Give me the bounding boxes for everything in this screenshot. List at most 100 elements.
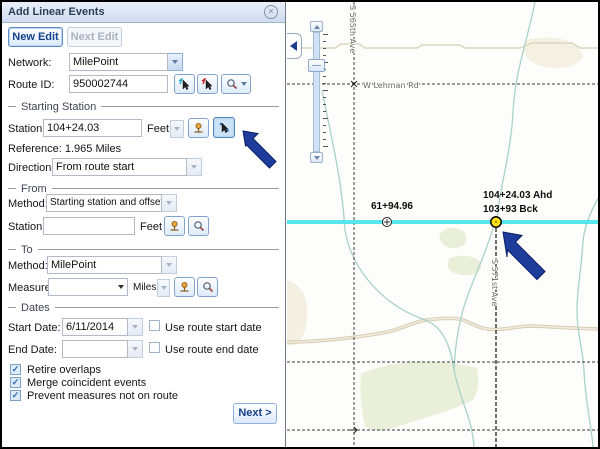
from-station-input[interactable]: [43, 217, 135, 235]
picked-station-label-ahead: 104+24.03 Ahd: [483, 190, 552, 201]
zoom-slider-ticks: [323, 34, 328, 153]
add-linear-events-panel: Add Linear Events New Edit Next Edit Net…: [2, 2, 286, 447]
from-method-dropdown-button[interactable]: [162, 194, 177, 212]
use-route-start-date-checkbox[interactable]: [149, 320, 160, 331]
prevent-measures-label: Prevent measures not on route: [27, 390, 178, 402]
from-station-unit-label: Feet: [140, 221, 162, 233]
measure-unit-dropdown-button[interactable]: [157, 279, 170, 297]
app-window: Add Linear Events New Edit Next Edit Net…: [0, 0, 600, 449]
dropdown-arrow-icon: [132, 347, 138, 351]
network-select[interactable]: MilePoint: [69, 53, 168, 71]
dates-legend: Dates: [21, 302, 50, 314]
pick-station-on-map-icon: [218, 121, 231, 134]
from-legend: From: [21, 183, 47, 195]
zoom-slider-track[interactable]: [313, 32, 320, 152]
magnifier-icon: [193, 220, 205, 232]
zoom-out-icon: [314, 156, 320, 160]
use-route-end-date-label: Use route end date: [165, 344, 259, 356]
reference-station-marker: [383, 218, 392, 227]
select-route-icon: [178, 78, 191, 91]
end-date-field[interactable]: [62, 340, 128, 358]
station-datum-icon: [192, 122, 205, 135]
station-measure-label: 61+94.96: [371, 201, 413, 212]
station-unit-label: Feet: [147, 123, 169, 135]
retire-overlaps-label: Retire overlaps: [27, 364, 101, 376]
starting-station-legend: Starting Station: [21, 101, 96, 113]
retire-overlaps-checkbox[interactable]: [10, 364, 21, 375]
direction-select[interactable]: From route start: [52, 158, 187, 176]
road-label-w-lehman: W Lehman Rd: [363, 81, 419, 90]
from-method-select[interactable]: Starting station and offset: [46, 194, 162, 212]
to-legend: To: [21, 244, 33, 256]
zoom-in-button[interactable]: [310, 21, 323, 32]
landuse-patch: [524, 38, 583, 69]
route-id-input[interactable]: [69, 75, 168, 93]
prevent-measures-checkbox[interactable]: [10, 390, 21, 401]
gravel-road: [287, 318, 600, 342]
dropdown-arrow-icon: [118, 285, 124, 289]
vegetation-patch: [440, 228, 467, 248]
zoom-in-icon: [314, 25, 320, 29]
direction-dropdown-button[interactable]: [187, 158, 202, 176]
station-datum-icon: [178, 281, 191, 294]
collapse-panel-button[interactable]: [287, 33, 302, 59]
next-button[interactable]: Next >: [233, 403, 277, 424]
end-date-picker-button[interactable]: [128, 340, 143, 358]
dropdown-arrow-icon: [132, 325, 138, 329]
panel-header: Add Linear Events: [2, 2, 285, 23]
network-dropdown-button[interactable]: [168, 53, 183, 71]
dropdown-arrow-icon: [241, 82, 247, 86]
select-route-button[interactable]: [174, 74, 195, 94]
magnifier-icon: [202, 281, 214, 293]
measure-combo[interactable]: [48, 278, 128, 296]
direction-label: Direction:: [8, 162, 54, 174]
search-icon: [226, 78, 238, 90]
to-method-label: Method:: [8, 260, 48, 272]
merge-coincident-events-checkbox[interactable]: [10, 377, 21, 388]
dropdown-arrow-icon: [191, 165, 197, 169]
from-station-datum-button[interactable]: [164, 216, 185, 236]
landuse-patch: [287, 280, 307, 346]
zoom-slider-thumb[interactable]: [308, 59, 325, 72]
measure-search-button[interactable]: [197, 277, 218, 297]
map-canvas[interactable]: S 565th Ave W Lehman Rd S 571st Ave 61+9…: [287, 2, 600, 447]
measure-datum-button[interactable]: [174, 277, 195, 297]
zoom-out-button[interactable]: [310, 152, 323, 163]
station-datum-button[interactable]: [188, 118, 209, 138]
panel-title: Add Linear Events: [2, 6, 264, 18]
new-edit-button[interactable]: New Edit: [8, 27, 63, 47]
dropdown-arrow-icon: [174, 127, 180, 131]
picked-station-label-back: 103+93 Bck: [483, 204, 538, 215]
end-date-label: End Date:: [8, 344, 57, 356]
start-date-label: Start Date:: [8, 322, 61, 334]
station-unit-dropdown-button[interactable]: [170, 120, 184, 138]
map-annotation-arrow: [503, 232, 545, 280]
route-search-dropdown-button[interactable]: [221, 74, 251, 94]
start-date-picker-button[interactable]: [128, 318, 143, 336]
picked-station-point[interactable]: [491, 217, 501, 227]
road-label-s571st: S 571st Ave: [490, 259, 499, 306]
next-edit-button[interactable]: Next Edit: [67, 27, 122, 47]
to-method-select[interactable]: MilePoint: [47, 256, 162, 274]
to-method-dropdown-button[interactable]: [162, 256, 177, 274]
clear-route-selection-button[interactable]: [197, 74, 218, 94]
use-route-start-date-label: Use route start date: [165, 322, 262, 334]
station-datum-icon: [168, 220, 181, 233]
from-station-search-button[interactable]: [188, 216, 209, 236]
vegetation-patch: [448, 256, 481, 275]
close-icon[interactable]: [264, 5, 278, 19]
measure-label: Measure:: [8, 282, 54, 294]
station-input[interactable]: [43, 119, 142, 137]
from-method-label: Method:: [8, 198, 48, 210]
to-separator: To: [8, 244, 279, 255]
map-graphics: S 565th Ave W Lehman Rd S 571st Ave 61+9…: [287, 2, 600, 447]
dropdown-arrow-icon: [161, 286, 167, 290]
dates-separator: Dates: [8, 302, 279, 313]
pick-station-on-map-button[interactable]: [213, 117, 235, 138]
use-route-end-date-checkbox[interactable]: [149, 342, 160, 353]
collapse-left-icon: [290, 41, 297, 51]
from-station-label: Station:: [8, 221, 45, 233]
start-date-field[interactable]: 6/11/2014: [62, 318, 128, 336]
panel-annotation-arrow: [240, 128, 282, 172]
measure-unit-label: Miles: [133, 282, 156, 293]
